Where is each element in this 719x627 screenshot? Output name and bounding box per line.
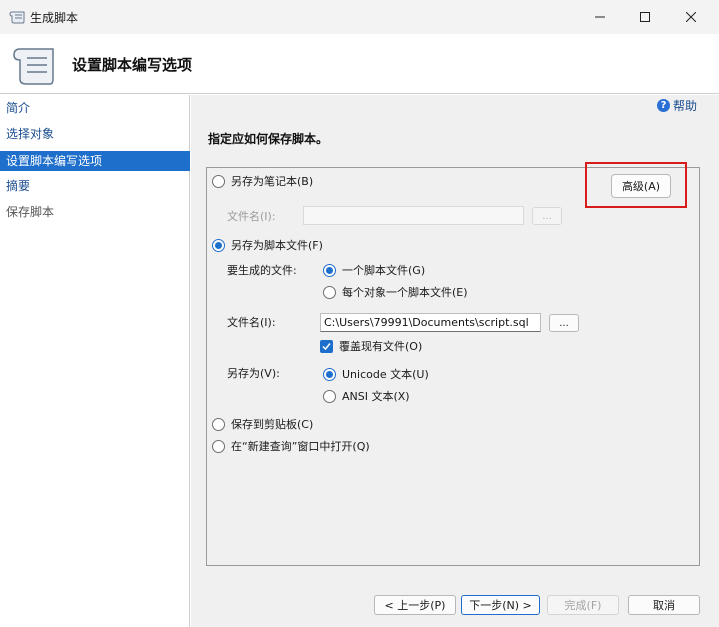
maximize-button[interactable] <box>622 0 668 34</box>
notebook-browse-button[interactable]: ... <box>532 207 562 225</box>
script-per-object-radio[interactable]: 每个对象一个脚本文件(E) <box>323 284 468 300</box>
instruction-text: 指定应如何保存脚本。 <box>208 132 329 146</box>
save-to-clipboard-radio[interactable]: 保存到剪贴板(C) <box>212 416 313 432</box>
overwrite-existing-label: 覆盖现有文件(O) <box>339 340 423 353</box>
advanced-button[interactable]: 高级(A) <box>611 174 671 198</box>
unicode-text-radio[interactable]: Unicode 文本(U) <box>323 366 429 382</box>
sidebar-item-scripting-options[interactable]: 设置脚本编写选项 <box>0 151 190 171</box>
script-filename-label: 文件名(I): <box>227 316 276 329</box>
script-filename-input[interactable]: C:\Users\79991\Documents\script.sql <box>320 313 541 332</box>
notebook-filename-input[interactable] <box>303 206 524 225</box>
wizard-header: 设置脚本编写选项 <box>0 34 719 94</box>
unicode-text-label: Unicode 文本(U) <box>342 368 429 381</box>
help-label: 帮助 <box>673 99 698 113</box>
title-bar: 生成脚本 <box>0 0 719 34</box>
ansi-text-label: ANSI 文本(X) <box>342 390 410 403</box>
finish-button: 完成(F) <box>547 595 619 615</box>
cancel-button[interactable]: 取消 <box>628 595 700 615</box>
save-as-notebook-radio[interactable]: 另存为笔记本(B) <box>212 173 313 189</box>
previous-button[interactable]: < 上一步(P) <box>374 595 456 615</box>
script-scroll-icon <box>9 11 25 24</box>
close-icon <box>686 12 696 22</box>
minimize-button[interactable] <box>577 0 623 34</box>
close-button[interactable] <box>668 0 714 34</box>
save-as-script-file-label: 另存为脚本文件(F) <box>231 239 323 252</box>
save-as-encoding-label: 另存为(V): <box>227 367 280 380</box>
save-to-clipboard-label: 保存到剪贴板(C) <box>231 418 314 431</box>
script-per-object-label: 每个对象一个脚本文件(E) <box>342 286 468 299</box>
save-options-group: 另存为笔记本(B) 高级(A) 文件名(I): ... 另存为脚本文件(F) 要… <box>206 162 700 566</box>
window-title: 生成脚本 <box>30 11 79 25</box>
page-title: 设置脚本编写选项 <box>72 56 193 74</box>
overwrite-existing-checkbox[interactable]: 覆盖现有文件(O) <box>320 338 422 354</box>
open-in-new-query-label: 在“新建查询”窗口中打开(Q) <box>231 440 370 453</box>
help-icon: ? <box>657 99 670 112</box>
script-scroll-icon <box>13 48 54 85</box>
single-script-file-radio[interactable]: 一个脚本文件(G) <box>323 262 425 278</box>
save-as-notebook-label: 另存为笔记本(B) <box>231 175 314 188</box>
open-in-new-query-radio[interactable]: 在“新建查询”窗口中打开(Q) <box>212 438 370 454</box>
maximize-icon <box>640 12 650 22</box>
single-script-file-label: 一个脚本文件(G) <box>342 264 426 277</box>
next-button[interactable]: 下一步(N) > <box>461 595 540 615</box>
save-as-script-file-radio[interactable]: 另存为脚本文件(F) <box>212 237 323 253</box>
sidebar: 简介 选择对象 设置脚本编写选项 摘要 保存脚本 <box>0 95 190 627</box>
sidebar-item-intro[interactable]: 简介 <box>0 98 190 118</box>
minimize-icon <box>595 16 605 18</box>
sidebar-item-save-script: 保存脚本 <box>6 205 55 219</box>
checkmark-icon <box>320 339 333 353</box>
help-link[interactable]: ? 帮助 <box>657 97 697 114</box>
script-browse-button[interactable]: ... <box>549 314 579 332</box>
notebook-filename-label: 文件名(I): <box>227 210 276 223</box>
sidebar-item-summary[interactable]: 摘要 <box>0 176 190 196</box>
files-to-generate-label: 要生成的文件: <box>227 264 297 277</box>
main-panel: ? 帮助 指定应如何保存脚本。 另存为笔记本(B) 高级(A) 文件名(I): … <box>191 95 719 627</box>
ansi-text-radio[interactable]: ANSI 文本(X) <box>323 388 410 404</box>
sidebar-item-select-objects[interactable]: 选择对象 <box>0 124 190 144</box>
